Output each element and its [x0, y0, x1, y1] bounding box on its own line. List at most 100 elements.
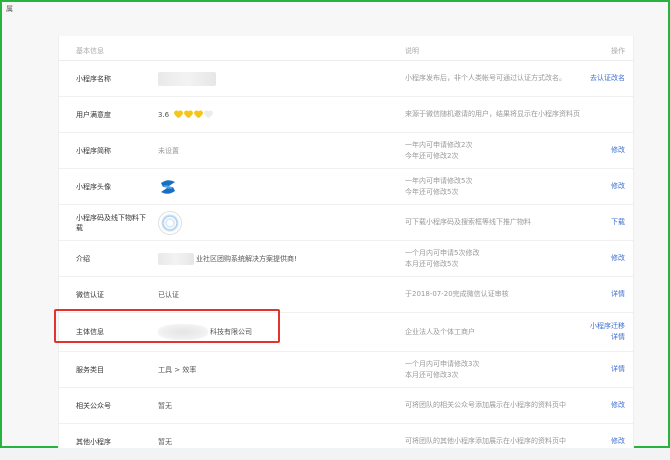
row-value: 已认证	[158, 290, 179, 299]
heart-icon	[174, 111, 182, 119]
table-row-certification: 微信认证 已认证 于2018-07-20完成微信认证审核 详情	[59, 277, 633, 313]
row-desc-line2: 今年还可修改2次	[405, 151, 459, 160]
row-label: 主体信息	[76, 328, 104, 336]
row-label: 微信认证	[76, 290, 104, 299]
row-action: 修改	[611, 133, 625, 168]
row-label: 小程序头像	[76, 182, 111, 191]
modify-other-programs-link[interactable]: 修改	[611, 436, 625, 447]
row-action: 修改	[611, 424, 625, 459]
window-frame: 属 基本信息 说明 操作 小程序名称 小程序发布后，非个人类帐号可通过认证方式改…	[0, 0, 670, 460]
row-desc: 可将团队的相关公众号添加展示在小程序的资料页中	[405, 388, 605, 423]
row-desc-line2: 本月还可修改5次	[405, 259, 459, 268]
migrate-link[interactable]: 小程序迁移	[590, 321, 625, 332]
satisfaction-rating	[174, 111, 212, 119]
table-row-name: 小程序名称 小程序发布后，非个人类帐号可通过认证方式改名。 去认证改名	[59, 61, 633, 97]
row-desc: 可将团队的其他小程序添加展示在小程序的资料页中	[405, 424, 605, 459]
row-label: 小程序简称	[76, 146, 111, 155]
table-row-subject: 主体信息 科技有限公司 企业法人及个体工商户 小程序迁移 详情	[59, 313, 633, 352]
row-desc: 一个月内可申请修改3次 本月还可修改3次	[405, 352, 605, 387]
corner-label: 属	[6, 5, 13, 13]
settings-panel: 基本信息 说明 操作 小程序名称 小程序发布后，非个人类帐号可通过认证方式改名。…	[58, 36, 634, 460]
row-action: 详情	[611, 277, 625, 312]
redacted-text	[158, 252, 194, 265]
heart-icon	[204, 111, 212, 119]
certify-rename-link[interactable]: 去认证改名	[590, 73, 625, 84]
row-label: 小程序名称	[76, 74, 111, 83]
row-action: 修改	[611, 241, 625, 276]
row-desc-line1: 可将团队的其他小程序添加展示在小程序的资料页中	[405, 437, 566, 445]
row-action: 小程序迁移 详情	[590, 313, 625, 351]
row-action: 下载	[611, 205, 625, 240]
row-value: 业社区团购系统解决方案提供商!	[158, 241, 388, 276]
row-desc: 一年内可申请修改5次 今年还可修改5次	[405, 169, 605, 204]
row-desc-line1: 一个月内可申请5次修改	[405, 248, 480, 257]
heart-icon	[184, 111, 192, 119]
row-value	[158, 61, 388, 96]
row-desc: 于2018-07-20完成微信认证审核	[405, 277, 605, 312]
mini-program-code-icon	[158, 210, 182, 235]
row-desc-line1: 小程序发布后，非个人类帐号可通过认证方式改名。	[405, 74, 566, 82]
row-desc-line1: 可将团队的相关公众号添加展示在小程序的资料页中	[405, 401, 566, 409]
heart-icon	[194, 111, 202, 119]
row-desc-line1: 可下载小程序码及搜索框等线下推广物料	[405, 218, 531, 226]
category-detail-link[interactable]: 详情	[611, 364, 625, 375]
row-desc: 可下载小程序码及搜索框等线下推广物料	[405, 205, 605, 240]
subject-detail-link[interactable]: 详情	[611, 332, 625, 343]
table-row-official-accounts: 相关公众号 暂无 可将团队的相关公众号添加展示在小程序的资料页中 修改	[59, 388, 633, 424]
row-value	[158, 169, 388, 204]
row-action: 修改	[611, 169, 625, 204]
row-desc-line1: 一年内可申请修改5次	[405, 176, 473, 185]
row-desc: 企业法人及个体工商户	[405, 313, 605, 351]
row-value	[158, 205, 388, 240]
modify-intro-link[interactable]: 修改	[611, 253, 625, 264]
app-logo-icon	[161, 179, 175, 194]
redacted-company	[158, 324, 208, 340]
company-name: 科技有限公司	[210, 328, 252, 336]
modify-avatar-link[interactable]: 修改	[611, 181, 625, 192]
row-label: 用户满意度	[76, 110, 111, 119]
row-label: 小程序码及线下物料下载	[76, 213, 146, 232]
header-description: 说明	[405, 47, 419, 55]
row-desc-line1: 企业法人及个体工商户	[405, 327, 475, 336]
row-desc-line2: 今年还可修改5次	[405, 187, 459, 196]
row-value: 工具 > 效率	[158, 365, 197, 374]
row-label: 介绍	[76, 254, 90, 263]
row-desc-line1: 来源于微信随机邀请的用户，结果将显示在小程序资料页	[405, 110, 580, 118]
row-desc-line2: 本月还可修改3次	[405, 370, 459, 379]
table-header: 基本信息 说明 操作	[59, 36, 633, 61]
table-row-qrcode: 小程序码及线下物料下载 可下载小程序码及搜索框等线下推广物料 下载	[59, 205, 633, 241]
row-label: 其他小程序	[76, 437, 111, 446]
row-label: 服务类目	[76, 365, 104, 374]
row-desc: 一年内可申请修改2次 今年还可修改2次	[405, 133, 605, 168]
row-action: 详情	[611, 352, 625, 387]
header-action: 操作	[611, 47, 625, 55]
row-value: 未设置	[158, 146, 179, 155]
satisfaction-score: 3.6	[158, 110, 170, 119]
download-link[interactable]: 下载	[611, 217, 625, 228]
table-row-other-programs: 其他小程序 暂无 可将团队的其他小程序添加展示在小程序的资料页中 修改	[59, 424, 633, 460]
row-desc: 来源于微信随机邀请的用户，结果将显示在小程序资料页	[405, 97, 605, 132]
row-value: 暂无	[158, 437, 172, 446]
intro-text: 业社区团购系统解决方案提供商!	[196, 254, 297, 263]
redacted-name	[158, 71, 216, 86]
modify-short-name-link[interactable]: 修改	[611, 145, 625, 156]
table-row-short-name: 小程序简称 未设置 一年内可申请修改2次 今年还可修改2次 修改	[59, 133, 633, 169]
row-desc-line1: 一个月内可申请修改3次	[405, 359, 480, 368]
row-value: 暂无	[158, 401, 172, 410]
table-row-satisfaction: 用户满意度 3.6 来源于微信随机邀请的用户，结果将显示在小程序资料页	[59, 97, 633, 133]
header-basic-info: 基本信息	[76, 47, 104, 55]
row-label: 相关公众号	[76, 401, 111, 410]
table-row-avatar: 小程序头像 一年内可申请修改5次 今年还可修改5次 修改	[59, 169, 633, 205]
row-desc-line1: 于2018-07-20完成微信认证审核	[405, 290, 509, 298]
row-value: 科技有限公司	[158, 313, 388, 351]
table-row-intro: 介绍 业社区团购系统解决方案提供商! 一个月内可申请5次修改 本月还可修改5次 …	[59, 241, 633, 277]
row-action: 修改	[611, 388, 625, 423]
row-desc: 一个月内可申请5次修改 本月还可修改5次	[405, 241, 605, 276]
certification-detail-link[interactable]: 详情	[611, 289, 625, 300]
row-desc: 小程序发布后，非个人类帐号可通过认证方式改名。	[405, 61, 605, 96]
row-action: 去认证改名	[590, 61, 625, 96]
row-value: 3.6	[158, 97, 388, 132]
row-desc-line1: 一年内可申请修改2次	[405, 140, 473, 149]
modify-official-accounts-link[interactable]: 修改	[611, 400, 625, 411]
table-row-category: 服务类目 工具 > 效率 一个月内可申请修改3次 本月还可修改3次 详情	[59, 352, 633, 388]
